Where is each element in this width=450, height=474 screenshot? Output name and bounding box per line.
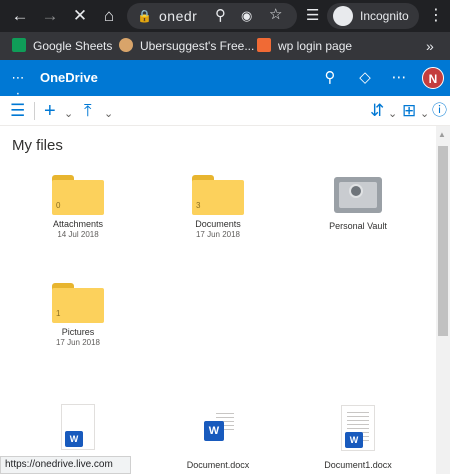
media-queue-icon[interactable]: ☰ xyxy=(306,6,319,26)
incognito-badge[interactable]: Incognito xyxy=(327,3,419,29)
chevron-down-icon[interactable]: ⌄ xyxy=(388,103,397,125)
incognito-icon xyxy=(333,6,353,26)
document-thumbnail[interactable]: W xyxy=(341,405,375,451)
eye-off-icon[interactable]: ◉ xyxy=(241,6,252,26)
avatar[interactable]: N xyxy=(422,67,444,89)
vault-safe-icon xyxy=(334,177,382,213)
ubersuggest-icon xyxy=(119,38,133,52)
word-icon: W xyxy=(65,431,83,447)
upload-icon[interactable]: ⤒ xyxy=(84,100,92,122)
sheets-icon xyxy=(12,38,26,52)
document-name[interactable]: Document1.docx xyxy=(303,460,413,470)
info-icon[interactable]: ⓘ xyxy=(432,100,447,122)
bookmark-google-sheets[interactable]: Google Sheets xyxy=(12,37,112,55)
lock-icon[interactable]: 🔒 xyxy=(137,6,152,26)
bookmark-ubersuggest[interactable]: Ubersuggest's Free... xyxy=(119,37,254,55)
folder-name[interactable]: Attachments xyxy=(23,219,133,229)
forward-icon[interactable]: → xyxy=(40,6,60,26)
search-icon[interactable]: ⚲ xyxy=(215,6,226,26)
vault-name[interactable]: Personal Vault xyxy=(303,221,413,231)
app-title[interactable]: OneDrive xyxy=(40,70,98,85)
word-icon: W xyxy=(204,421,224,441)
bookmark-label: Ubersuggest's Free... xyxy=(140,39,255,53)
address-text[interactable]: onedr xyxy=(159,8,197,24)
folder-item-count: 0 xyxy=(56,201,61,210)
folder-name[interactable]: Pictures xyxy=(23,327,133,337)
folder-tile-pictures[interactable]: 1 Pictures 17 Jun 2018 xyxy=(23,283,133,347)
folder-tile-documents[interactable]: 3 Documents 17 Jun 2018 xyxy=(163,175,273,239)
divider xyxy=(34,102,35,120)
folder-tile-attachments[interactable]: 0 Attachments 14 Jul 2018 xyxy=(23,175,133,239)
more-bookmarks-button[interactable]: » xyxy=(426,37,434,55)
chevron-down-icon[interactable]: ⌄ xyxy=(64,103,73,125)
browser-menu-icon[interactable]: ⋮ xyxy=(428,6,444,26)
chevron-down-icon[interactable]: ⌄ xyxy=(420,103,429,125)
scroll-up-icon[interactable]: ▲ xyxy=(438,130,446,139)
address-bar[interactable]: 🔒 onedr ⚲ ◉ ☆ xyxy=(127,3,297,29)
wp-icon xyxy=(257,38,271,52)
premium-diamond-icon[interactable]: ◇ xyxy=(355,68,375,88)
chevron-down-icon[interactable]: ⌄ xyxy=(104,103,113,125)
folder-item-count: 3 xyxy=(196,201,201,210)
bookmark-label: wp login page xyxy=(278,39,353,53)
hamburger-menu-icon[interactable]: ☰ xyxy=(10,100,25,122)
new-plus-icon[interactable]: + xyxy=(44,100,56,122)
folder-name[interactable]: Documents xyxy=(163,219,273,229)
folder-icon: 0 xyxy=(52,175,104,215)
document-name[interactable]: Document.docx xyxy=(163,460,273,470)
document-thumbnail[interactable]: W xyxy=(61,404,95,450)
command-bar: ☰ + ⌄ ⤒ ⌄ ⇵ ⌄ ⊞ ⌄ ⓘ xyxy=(0,96,450,126)
back-icon[interactable]: ← xyxy=(10,6,30,26)
folder-item-count: 1 xyxy=(56,309,61,318)
stop-loading-icon[interactable]: ✕ xyxy=(70,6,90,26)
more-options-icon[interactable]: ⋯ xyxy=(389,68,409,88)
search-icon[interactable]: ⚲ xyxy=(320,68,340,88)
folder-date: 17 Jun 2018 xyxy=(55,338,101,347)
folder-date: 17 Jun 2018 xyxy=(195,230,241,239)
bookmark-label: Google Sheets xyxy=(33,39,113,53)
folder-icon: 3 xyxy=(192,175,244,215)
document-thumbnail[interactable]: W xyxy=(201,408,235,454)
bookmark-star-icon[interactable]: ☆ xyxy=(269,5,282,25)
home-icon[interactable]: ⌂ xyxy=(99,6,119,26)
bookmark-wp-login[interactable]: wp login page xyxy=(257,37,352,55)
onedrive-header: ⋯⋮ OneDrive ⚲ ◇ ⋯ xyxy=(0,60,450,105)
folder-icon: 1 xyxy=(52,283,104,323)
link-status-bubble: https://onedrive.live.com xyxy=(0,456,131,474)
bookmarks-bar: Google Sheets Ubersuggest's Free... wp l… xyxy=(0,32,450,60)
folder-date: 14 Jul 2018 xyxy=(57,230,99,239)
incognito-label: Incognito xyxy=(360,9,409,23)
browser-toolbar: ← → ✕ ⌂ 🔒 onedr ⚲ ◉ ☆ ☰ Incognito ⋮ xyxy=(0,0,450,32)
scrollbar-thumb[interactable] xyxy=(438,146,448,336)
page-title: My files xyxy=(12,137,63,154)
view-grid-icon[interactable]: ⊞ xyxy=(402,100,416,122)
personal-vault-tile[interactable]: Personal Vault xyxy=(303,177,413,231)
sort-icon[interactable]: ⇵ xyxy=(370,100,384,122)
word-icon: W xyxy=(345,432,363,448)
